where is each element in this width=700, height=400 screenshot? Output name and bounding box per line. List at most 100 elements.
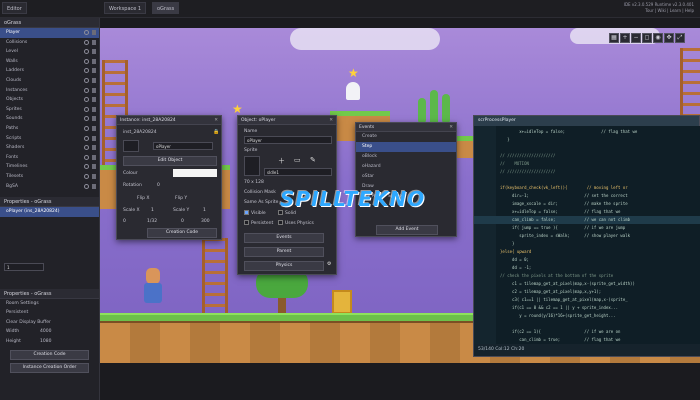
lock-icon[interactable]: 🔒 <box>213 129 219 135</box>
eye-icon[interactable] <box>84 49 89 55</box>
properties-number[interactable]: 1 <box>4 262 44 271</box>
eye-icon[interactable] <box>84 58 89 64</box>
code-line[interactable]: // //////////////////// <box>474 168 700 176</box>
code-line[interactable]: c1 = tilemap_get_at_pixel(map,x-(sprite_… <box>474 280 700 288</box>
event-item[interactable]: oHazard <box>356 162 456 172</box>
settings-item[interactable]: Persistent <box>0 308 99 318</box>
eye-icon[interactable] <box>84 135 89 141</box>
lock-icon[interactable] <box>92 154 96 160</box>
room-creation-code-button[interactable]: Creation Code <box>10 349 89 360</box>
lock-icon[interactable] <box>92 77 96 83</box>
close-icon[interactable]: ✕ <box>449 123 453 132</box>
eye-icon[interactable] <box>84 145 89 151</box>
code-line[interactable]: if( jump == true ){ // if we are jump <box>474 224 700 232</box>
code-line[interactable]: image_xscale = dir; // make the sprite <box>474 200 700 208</box>
flip-y-checkbox[interactable]: Flip Y <box>175 196 187 201</box>
settings-item[interactable]: Height 1080 <box>0 337 99 347</box>
code-line[interactable]: dir=-1; // set the correct <box>474 192 700 200</box>
colour-swatch[interactable] <box>173 169 217 177</box>
crate[interactable] <box>332 290 352 314</box>
resource-item[interactable]: Paths <box>0 124 99 134</box>
eye-icon[interactable] <box>84 87 89 93</box>
resource-item[interactable]: Scripts <box>0 134 99 144</box>
eye-icon[interactable] <box>84 30 89 35</box>
lock-icon[interactable] <box>92 68 96 74</box>
camera-icon[interactable]: ◉ <box>653 33 663 43</box>
code-line[interactable] <box>474 144 700 152</box>
sprite-browse-icon[interactable]: ▭ <box>294 156 301 164</box>
eye-icon[interactable] <box>84 116 89 122</box>
star-icon[interactable]: ★ <box>348 66 359 80</box>
eye-icon[interactable] <box>84 164 89 170</box>
resource-item[interactable]: BgSA <box>0 182 99 192</box>
ghost-enemy[interactable] <box>346 82 360 100</box>
code-line[interactable]: c2 = tilemap_get_at_pixel(map,x,y+1); <box>474 288 700 296</box>
eye-icon[interactable] <box>84 39 89 45</box>
settings-header[interactable]: Properties - oGrass <box>0 288 99 299</box>
player-body[interactable] <box>144 283 162 303</box>
lock-icon[interactable] <box>92 116 96 122</box>
settings-value[interactable]: 1080 <box>40 337 51 347</box>
code-line[interactable]: y = round(y/16)*16+(sprite_get_height... <box>474 312 700 320</box>
lock-icon[interactable] <box>92 135 96 141</box>
resource-item[interactable]: Walls <box>0 57 99 67</box>
resource-item[interactable]: Instances <box>0 86 99 96</box>
eye-icon[interactable] <box>84 68 89 74</box>
edit-object-button[interactable]: Edit Object <box>123 156 217 166</box>
close-icon[interactable]: ✕ <box>329 116 333 125</box>
instance-object-select[interactable]: oPlayer <box>153 142 213 150</box>
settings-item[interactable]: Room Settings <box>0 299 99 309</box>
flip-x-checkbox[interactable]: Flip X <box>137 196 149 201</box>
add-event-button[interactable]: Add Event <box>376 225 438 235</box>
code-line[interactable]: } <box>474 136 700 144</box>
resource-item[interactable]: Collisions <box>0 38 99 48</box>
code-line[interactable]: if(c2 == 1){ // if we are on <box>474 328 700 336</box>
visible-checkbox[interactable]: Visible <box>244 210 266 216</box>
object-name-field[interactable]: oPlayer <box>244 136 332 144</box>
close-icon[interactable]: ✕ <box>214 116 218 125</box>
parent-button[interactable]: Parent <box>244 247 324 257</box>
lock-icon[interactable] <box>92 39 96 45</box>
w-value[interactable]: 300 <box>201 219 210 224</box>
event-item[interactable]: oStar <box>356 172 456 182</box>
resource-item[interactable]: Sprites <box>0 105 99 115</box>
zoom-out-icon[interactable]: − <box>631 33 641 43</box>
code-line[interactable]: sprite_index = sWalk; // show player wal… <box>474 232 700 240</box>
settings-item[interactable]: Width 4000 <box>0 327 99 337</box>
code-line[interactable]: }else{ upward <box>474 248 700 256</box>
lock-icon[interactable] <box>92 106 96 112</box>
grid-icon[interactable]: ▦ <box>609 33 619 43</box>
eye-icon[interactable] <box>84 97 89 103</box>
resource-item[interactable]: Player <box>0 28 99 38</box>
tab-ograss[interactable]: oGrass <box>152 2 180 14</box>
tab-editor[interactable]: Editor <box>2 2 27 14</box>
event-item[interactable]: Step <box>356 142 456 152</box>
event-item[interactable]: Create <box>356 132 456 142</box>
zoom-reset-icon[interactable]: ◻ <box>642 33 652 43</box>
y-value[interactable]: 1/32 <box>147 219 157 224</box>
edit-sprite-icon[interactable]: ✎ <box>310 156 316 164</box>
lock-icon[interactable] <box>92 164 96 170</box>
rotation-value[interactable]: 0 <box>157 183 160 188</box>
instance-window-title[interactable]: Instance: inst_28A20824 ✕ <box>117 116 221 125</box>
zoom-in-icon[interactable]: + <box>620 33 630 43</box>
resource-item[interactable]: Tilesets <box>0 172 99 182</box>
sprite-select[interactable]: sIdle1 <box>264 168 332 176</box>
code-line[interactable]: x+=idleTop = false; // flag that we <box>474 208 700 216</box>
code-line[interactable]: can_climb = true; // flag that we <box>474 336 700 344</box>
star-icon[interactable]: ★ <box>232 102 243 116</box>
code-line[interactable] <box>474 176 700 184</box>
eye-icon[interactable] <box>84 106 89 112</box>
settings-icon[interactable]: ⚙ <box>327 261 331 267</box>
object-window-title[interactable]: Object: oPlayer ✕ <box>238 116 336 125</box>
settings-value[interactable]: 4000 <box>40 327 51 337</box>
lock-icon[interactable] <box>92 58 96 64</box>
eye-icon[interactable] <box>84 154 89 160</box>
eye-icon[interactable] <box>84 183 89 189</box>
resource-item[interactable]: Clouds <box>0 76 99 86</box>
resource-item[interactable]: Timelines <box>0 162 99 172</box>
properties-row[interactable]: oPlayer (ins_28A20824) <box>0 207 99 217</box>
same-as-sprite-select[interactable]: Same As Sprite <box>244 200 278 205</box>
x-value[interactable]: 0 <box>123 219 126 224</box>
z-value[interactable]: 0 <box>181 219 184 224</box>
